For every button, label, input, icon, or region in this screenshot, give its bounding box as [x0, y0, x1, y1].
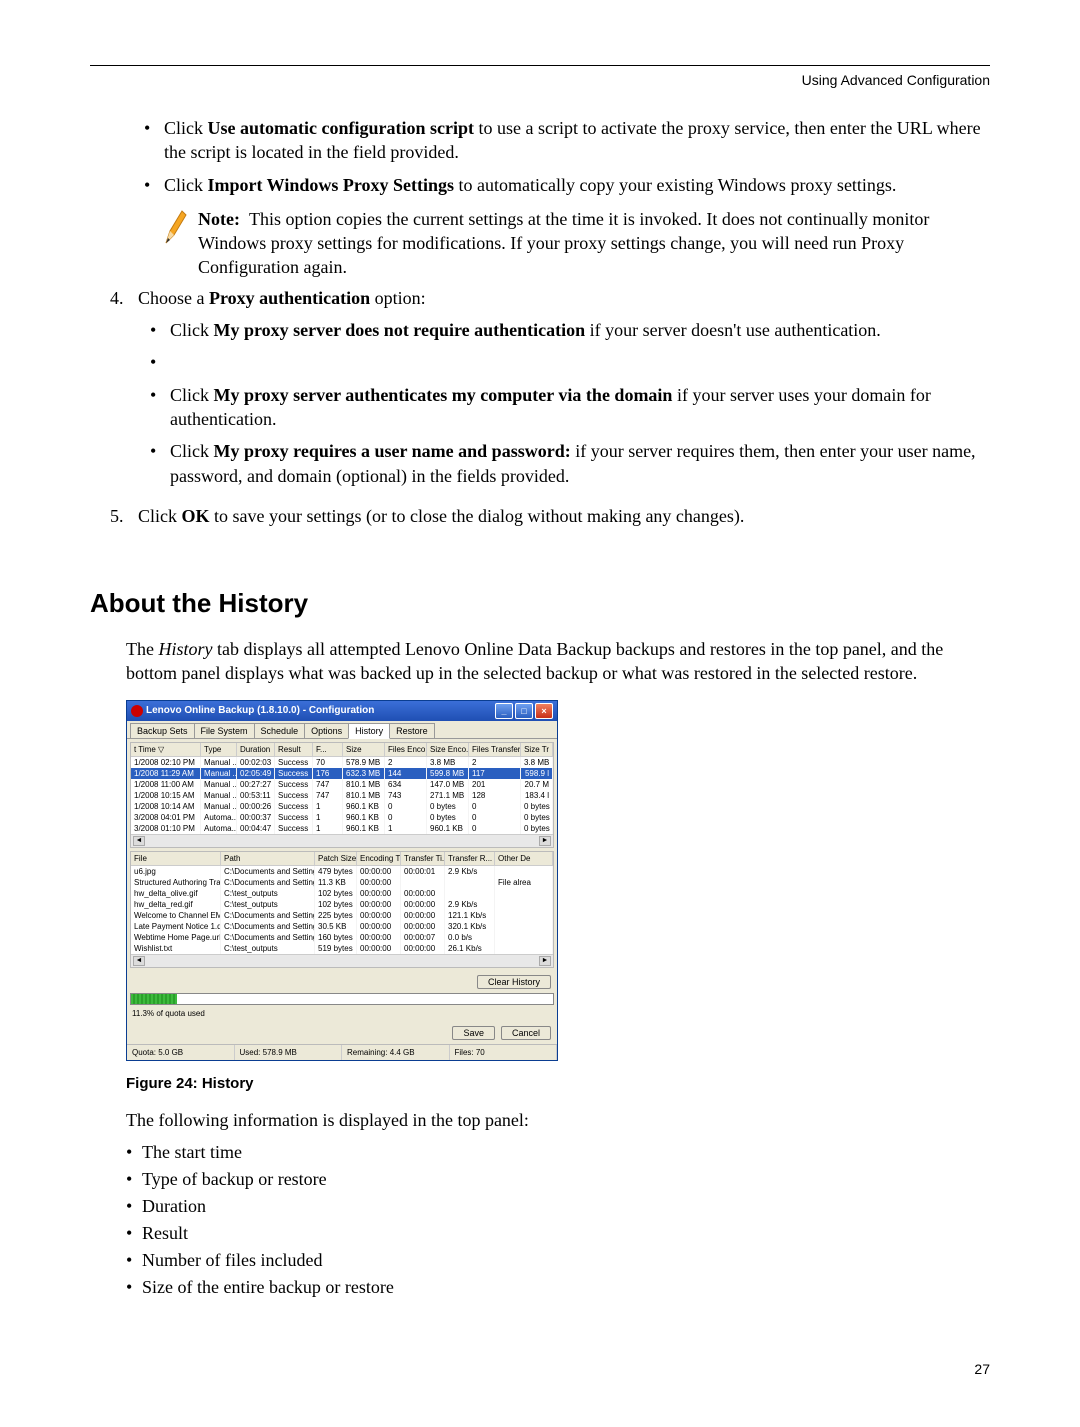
- table-row[interactable]: 3/2008 04:01 PMAutoma...00:00:37Success1…: [131, 812, 553, 823]
- column-header[interactable]: Path: [221, 852, 315, 866]
- info-list-item: Number of files included: [126, 1247, 990, 1274]
- close-button[interactable]: ×: [535, 703, 553, 719]
- column-header[interactable]: Patch Size: [315, 852, 357, 866]
- column-header[interactable]: Encoding T...: [357, 852, 401, 866]
- history-intro-paragraph: The History tab displays all attempted L…: [126, 637, 990, 686]
- save-button[interactable]: Save: [452, 1026, 495, 1040]
- info-list-item: Result: [126, 1220, 990, 1247]
- tab-backup-sets[interactable]: Backup Sets: [130, 723, 195, 738]
- scroll-left-icon[interactable]: ◄: [133, 836, 145, 846]
- info-list-item: The start time: [126, 1139, 990, 1166]
- maximize-button[interactable]: □: [515, 703, 533, 719]
- column-header[interactable]: Files Transferr...: [469, 743, 521, 757]
- table-row[interactable]: u6.jpgC:\Documents and Setting...479 byt…: [131, 866, 553, 877]
- table-row[interactable]: Welcome to Channel EMC.urlC:\Documents a…: [131, 910, 553, 921]
- status-bar: Quota: 5.0 GB Used: 578.9 MB Remaining: …: [127, 1044, 557, 1060]
- column-header[interactable]: Transfer Ti...: [401, 852, 445, 866]
- section-heading-about-history: About the History: [90, 588, 990, 619]
- bullet-import-windows-proxy: Click Import Windows Proxy Settings to a…: [130, 173, 990, 197]
- table-row[interactable]: 1/2008 11:00 AMManual ...00:27:27Success…: [131, 779, 553, 790]
- table-row[interactable]: hw_delta_olive.gifC:\test_outputs102 byt…: [131, 888, 553, 899]
- info-list-item: Type of backup or restore: [126, 1166, 990, 1193]
- table-row[interactable]: 1/2008 10:14 AMManual ...00:00:26Success…: [131, 801, 553, 812]
- table-row[interactable]: 1/2008 10:15 AMManual ...00:53:11Success…: [131, 790, 553, 801]
- history-top-grid[interactable]: t Time ▽TypeDurationResultF...SizeFiles …: [130, 742, 554, 848]
- tab-file-system[interactable]: File System: [194, 723, 255, 738]
- figure-caption: Figure 24: History: [126, 1075, 990, 1092]
- column-header[interactable]: Files Enco...: [385, 743, 427, 757]
- table-row[interactable]: Late Payment Notice 1.docC:\Documents an…: [131, 921, 553, 932]
- column-header[interactable]: Size Enco...: [427, 743, 469, 757]
- scroll-left-icon[interactable]: ◄: [133, 956, 145, 966]
- column-header[interactable]: Size Tr: [521, 743, 553, 757]
- status-used: Used: 578.9 MB: [235, 1045, 343, 1060]
- window-titlebar[interactable]: Lenovo Online Backup (1.8.10.0) - Config…: [127, 701, 557, 721]
- tab-options[interactable]: Options: [304, 723, 349, 738]
- bullet-auto-config-script: Click Use automatic configuration script…: [130, 116, 990, 165]
- table-row[interactable]: hw_delta_red.gifC:\test_outputs102 bytes…: [131, 899, 553, 910]
- quota-progress-bar: [130, 993, 554, 1005]
- tab-history[interactable]: History: [348, 723, 390, 739]
- note-block: Note: This option copies the current set…: [162, 207, 990, 280]
- column-header[interactable]: Transfer R...: [445, 852, 495, 866]
- table-row[interactable]: 3/2008 01:10 PMAutoma...00:04:47Success1…: [131, 823, 553, 834]
- figure-history-screenshot: Lenovo Online Backup (1.8.10.0) - Config…: [126, 700, 990, 1061]
- step4-bullet-domain-auth: Click My proxy server authenticates my c…: [150, 383, 990, 432]
- table-row[interactable]: Structured Authoring Traini...C:\Documen…: [131, 877, 553, 888]
- table-row[interactable]: Wishlist.txtC:\test_outputs519 bytes00:0…: [131, 943, 553, 954]
- column-header[interactable]: t Time ▽: [131, 743, 201, 757]
- column-header[interactable]: Result: [275, 743, 313, 757]
- running-header: Using Advanced Configuration: [90, 72, 990, 88]
- table-row[interactable]: Webtime Home Page.urlC:\Documents and Se…: [131, 932, 553, 943]
- history-bottom-grid[interactable]: FilePathPatch SizeEncoding T...Transfer …: [130, 851, 554, 968]
- info-list-item: Duration: [126, 1193, 990, 1220]
- window-title: Lenovo Online Backup (1.8.10.0) - Config…: [143, 705, 493, 716]
- quota-label: 11.3% of quota used: [130, 1007, 554, 1022]
- step4-bullet-user-pass: Click My proxy requires a user name and …: [150, 439, 990, 488]
- followup-paragraph: The following information is displayed i…: [126, 1110, 990, 1131]
- column-header[interactable]: File: [131, 852, 221, 866]
- status-remaining: Remaining: 4.4 GB: [342, 1045, 450, 1060]
- status-quota: Quota: 5.0 GB: [127, 1045, 235, 1060]
- column-header[interactable]: F...: [313, 743, 343, 757]
- step-4: Choose a Proxy authentication option: Cl…: [110, 286, 990, 488]
- info-list-item: Size of the entire backup or restore: [126, 1274, 990, 1301]
- bottom-grid-hscrollbar[interactable]: ◄ ►: [131, 954, 553, 967]
- pencil-icon: [162, 207, 188, 247]
- status-files: Files: 70: [450, 1045, 558, 1060]
- scroll-right-icon[interactable]: ►: [539, 956, 551, 966]
- column-header[interactable]: Duration: [237, 743, 275, 757]
- step-5: Click OK to save your settings (or to cl…: [110, 504, 990, 528]
- tab-schedule[interactable]: Schedule: [254, 723, 306, 738]
- scroll-right-icon[interactable]: ►: [539, 836, 551, 846]
- cancel-button[interactable]: Cancel: [501, 1026, 551, 1040]
- column-header[interactable]: Other De: [495, 852, 553, 866]
- table-row[interactable]: 1/2008 02:10 PMManual ...00:02:03Success…: [131, 757, 553, 768]
- clear-history-button[interactable]: Clear History: [477, 975, 551, 989]
- top-grid-hscrollbar[interactable]: ◄ ►: [131, 834, 553, 847]
- table-row[interactable]: 1/2008 11:29 AMManual ...02:05:49Success…: [131, 768, 553, 779]
- page-number: 27: [90, 1361, 990, 1377]
- column-header[interactable]: Type: [201, 743, 237, 757]
- app-icon: [131, 705, 143, 717]
- step4-bullet-no-auth: Click My proxy server does not require a…: [150, 318, 990, 342]
- minimize-button[interactable]: _: [495, 703, 513, 719]
- step4-bullet-empty: [150, 350, 990, 374]
- tab-restore[interactable]: Restore: [389, 723, 435, 738]
- column-header[interactable]: Size: [343, 743, 385, 757]
